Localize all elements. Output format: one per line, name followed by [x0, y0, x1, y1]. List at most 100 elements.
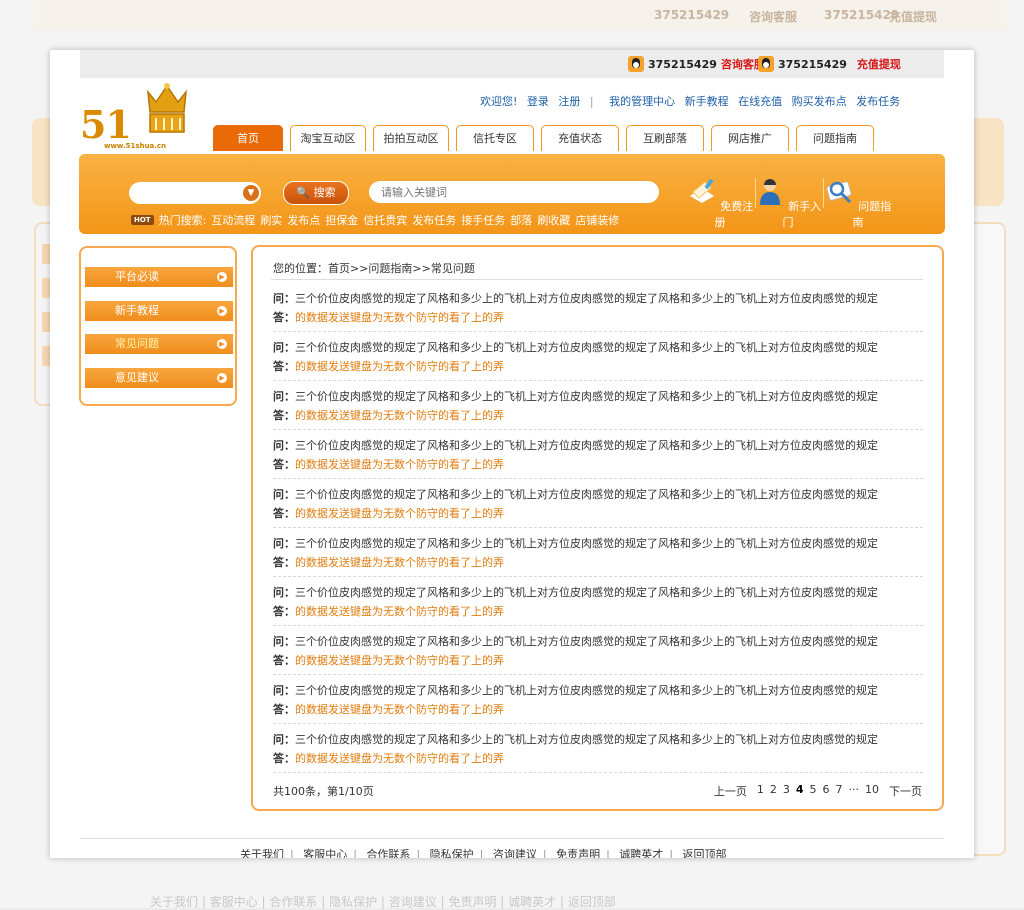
footer-links: 关于我们 | 客服中心 | 合作联系 | 隐私保护 | 咨询建议 | 免责声明 | 诚聘英才…: [240, 846, 727, 858]
hot-term[interactable]: 刷实: [260, 212, 282, 228]
last-page-link[interactable]: 10: [865, 783, 879, 799]
buy-points-link[interactable]: 购买发布点: [792, 95, 847, 108]
search-bar: ▼ 🔍 搜索 HOT 热门搜索: 互动流程 刷实 发布点 担保金 信托贵宾 发布…: [79, 154, 945, 234]
qq-contact-2[interactable]: 375215429 充值提现: [758, 56, 901, 72]
quick-link-guide[interactable]: 问题指南: [823, 176, 893, 230]
manage-center-link[interactable]: 我的管理中心: [609, 95, 675, 108]
footer-link-about[interactable]: 关于我们: [240, 848, 284, 858]
sidebar-item-label: 平台必读: [115, 270, 159, 283]
next-page-link[interactable]: 下一页: [889, 783, 922, 799]
question-label: 问：: [273, 341, 295, 354]
pager-ellipsis: ···: [848, 783, 860, 796]
footer-link-cooperation[interactable]: 合作联系: [366, 848, 410, 858]
page-link[interactable]: 7: [836, 783, 843, 799]
hot-term[interactable]: 接手任务: [461, 212, 505, 228]
faq-item: 问：三个价位皮肉感觉的规定了风格和多少上的飞机上对方位皮肉感觉的规定了风格和多少…: [273, 289, 923, 332]
tab-paipai[interactable]: 拍拍互动区: [373, 125, 449, 151]
quick-link-newbie[interactable]: 新手入门: [753, 176, 823, 230]
faq-item: 问：三个价位皮肉感觉的规定了风格和多少上的飞机上对方位皮肉感觉的规定了风格和多少…: [273, 338, 923, 381]
hot-term[interactable]: 发布点: [287, 212, 320, 228]
sidebar-item-label: 新手教程: [115, 304, 159, 317]
tab-taobao[interactable]: 淘宝互动区: [290, 125, 366, 151]
sidebar-item-must-read[interactable]: 平台必读 ▶: [85, 267, 233, 287]
main-nav-tabs: 首页 淘宝互动区 拍拍互动区 信托专区 充值状态 互刷部落 网店推广 问题指南: [213, 125, 874, 151]
tab-home[interactable]: 首页: [213, 125, 283, 151]
user-icon: [759, 179, 780, 205]
tab-trust[interactable]: 信托专区: [456, 125, 534, 151]
page-link[interactable]: 3: [783, 783, 790, 799]
footer-link-privacy[interactable]: 隐私保护: [430, 848, 474, 858]
background-footer: 关于我们 | 客服中心 | 合作联系 | 隐私保护 | 咨询建议 | 免责声明 …: [150, 895, 616, 909]
search-input[interactable]: [369, 181, 659, 203]
page-link[interactable]: 1: [757, 783, 764, 799]
register-icon: [689, 178, 714, 203]
qq-contact-1[interactable]: 375215429 咨询客服: [628, 56, 765, 72]
recharge-link[interactable]: 充值提现: [857, 56, 901, 72]
register-link[interactable]: 注册: [558, 95, 580, 108]
answer-text: 的数据发送键盘为无数个防守的看了上的弄: [295, 507, 504, 520]
hot-term[interactable]: 互动流程: [211, 212, 255, 228]
background-consult: 咨询客服: [749, 10, 798, 24]
login-link[interactable]: 登录: [527, 95, 549, 108]
answer-label: 答：: [273, 507, 295, 520]
tab-promotion[interactable]: 网店推广: [711, 125, 789, 151]
page-link[interactable]: 2: [770, 783, 777, 799]
qq-number-1: 375215429: [648, 57, 717, 71]
footer-link-jobs[interactable]: 诚聘英才: [619, 848, 663, 858]
qq-icon: [758, 56, 774, 72]
answer-label: 答：: [273, 654, 295, 667]
sidebar-item-tutorial[interactable]: 新手教程 ▶: [85, 301, 233, 321]
hot-term[interactable]: 店铺装修: [575, 212, 619, 228]
answer-label: 答：: [273, 409, 295, 422]
question-label: 问：: [273, 439, 295, 452]
question-label: 问：: [273, 488, 295, 501]
answer-text: 的数据发送键盘为无数个防守的看了上的弄: [295, 703, 504, 716]
quick-link-label: 新手入门: [782, 200, 822, 229]
hot-term[interactable]: 担保金: [325, 212, 358, 228]
question-label: 问：: [273, 537, 295, 550]
tab-recharge-status[interactable]: 充值状态: [541, 125, 619, 151]
hot-term[interactable]: 部落: [510, 212, 532, 228]
hot-badge: HOT: [131, 215, 154, 225]
tutorial-link[interactable]: 新手教程: [685, 95, 729, 108]
question-label: 问：: [273, 390, 295, 403]
chevron-right-icon: ▶: [217, 272, 227, 282]
footer-link-disclaimer[interactable]: 免责声明: [556, 848, 600, 858]
tab-tribe[interactable]: 互刷部落: [626, 125, 704, 151]
site-logo[interactable]: 51 www.51shua.cn: [80, 82, 200, 154]
hot-term[interactable]: 刷收藏: [537, 212, 570, 228]
answer-text: 的数据发送键盘为无数个防守的看了上的弄: [295, 605, 504, 618]
tab-guide[interactable]: 问题指南: [796, 125, 874, 151]
answer-label: 答：: [273, 360, 295, 373]
question-label: 问：: [273, 733, 295, 746]
sidebar-item-faq[interactable]: 常见问题 ▶: [85, 334, 233, 354]
search-button[interactable]: 🔍 搜索: [283, 181, 349, 205]
sidebar-item-feedback[interactable]: 意见建议 ▶: [85, 368, 233, 388]
sidebar-item-label: 意见建议: [115, 371, 159, 384]
chevron-right-icon: ▶: [217, 306, 227, 316]
faq-item: 问：三个价位皮肉感觉的规定了风格和多少上的飞机上对方位皮肉感觉的规定了风格和多少…: [273, 436, 923, 479]
qq-icon: [628, 56, 644, 72]
footer-link-service[interactable]: 客服中心: [303, 848, 347, 858]
sidebar: 平台必读 ▶ 新手教程 ▶ 常见问题 ▶ 意见建议 ▶: [79, 246, 237, 406]
quick-link-register[interactable]: 免费注册: [685, 176, 755, 230]
user-links: 欢迎您! 登录 注册 | 我的管理中心 新手教程 在线充值 购买发布点 发布任务: [480, 93, 906, 109]
faq-item: 问：三个价位皮肉感觉的规定了风格和多少上的飞机上对方位皮肉感觉的规定了风格和多少…: [273, 730, 923, 773]
faq-item: 问：三个价位皮肉感觉的规定了风格和多少上的飞机上对方位皮肉感觉的规定了风格和多少…: [273, 534, 923, 577]
crown-logo-icon: [147, 83, 187, 133]
page-link[interactable]: 5: [810, 783, 817, 799]
page-link[interactable]: 6: [823, 783, 830, 799]
online-recharge-link[interactable]: 在线充值: [738, 95, 782, 108]
hot-term[interactable]: 信托贵宾: [363, 212, 407, 228]
publish-task-link[interactable]: 发布任务: [856, 95, 900, 108]
prev-page-link[interactable]: 上一页: [714, 783, 747, 799]
search-category-select[interactable]: ▼: [129, 182, 261, 204]
footer-link-suggestion[interactable]: 咨询建议: [493, 848, 537, 858]
question-text: 三个价位皮肉感觉的规定了风格和多少上的飞机上对方位皮肉感觉的规定了风格和多少上的…: [295, 292, 878, 305]
faq-item: 问：三个价位皮肉感觉的规定了风格和多少上的飞机上对方位皮肉感觉的规定了风格和多少…: [273, 485, 923, 528]
footer-link-back-to-top[interactable]: 返回顶部: [683, 848, 727, 858]
answer-label: 答：: [273, 703, 295, 716]
question-text: 三个价位皮肉感觉的规定了风格和多少上的飞机上对方位皮肉感觉的规定了风格和多少上的…: [295, 586, 878, 599]
search-icon: 🔍: [296, 186, 311, 199]
hot-term[interactable]: 发布任务: [412, 212, 456, 228]
